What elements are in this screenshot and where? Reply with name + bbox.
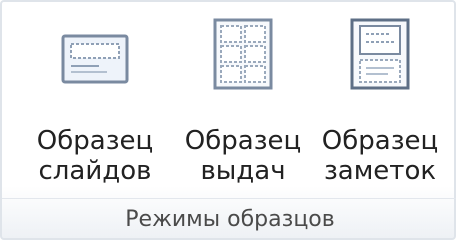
group-title: Режимы образцов <box>2 198 456 240</box>
notes-master-icon <box>340 14 420 92</box>
handout-master-label-line2: выдач <box>200 156 286 186</box>
master-views-ribbon-group: Образец слайдов Образец выдач Образец за… <box>0 0 456 240</box>
handout-master-label-line1: Образец <box>184 126 302 156</box>
notes-master-button[interactable]: Образец заметок <box>308 14 452 186</box>
handout-master-label: Образец выдач <box>185 126 301 186</box>
slide-master-button[interactable]: Образец слайдов <box>20 14 170 186</box>
notes-master-label-line2: заметок <box>323 156 437 186</box>
slide-master-icon <box>55 14 135 92</box>
slide-master-label-line1: Образец <box>36 126 154 156</box>
notes-master-label-line1: Образец <box>321 126 439 156</box>
slide-master-label: Образец слайдов <box>37 126 153 186</box>
handout-master-icon <box>203 14 283 92</box>
notes-master-label: Образец заметок <box>322 126 438 186</box>
slide-master-label-line2: слайдов <box>38 156 152 186</box>
handout-master-button[interactable]: Образец выдач <box>168 14 318 186</box>
